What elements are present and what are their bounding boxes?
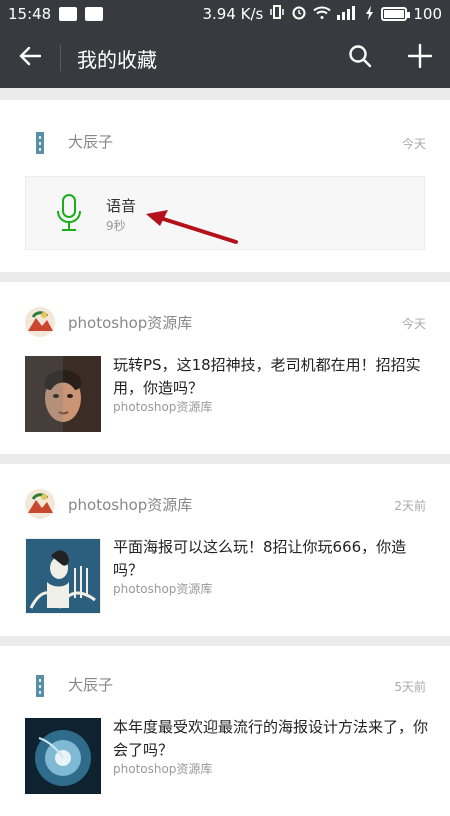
voice-title: 语音	[106, 197, 137, 215]
title-bar: 我的收藏	[0, 28, 450, 88]
article-thumbnail	[25, 356, 101, 432]
item-time: 2天前	[394, 499, 426, 513]
charging-icon	[365, 5, 375, 24]
battery-level: 100	[413, 5, 442, 23]
back-button[interactable]	[0, 28, 60, 88]
status-time: 15:48	[8, 5, 52, 23]
article-source: photoshop资源库	[113, 762, 213, 776]
voice-duration: 9秒	[106, 219, 126, 233]
network-speed: 3.94 K/s	[202, 5, 264, 23]
favorite-item-article[interactable]: 大辰子 5天前 本年度最受欢迎最流行的海报设计方法来了，你会了吗？ photos…	[0, 646, 450, 816]
user-avatar	[33, 132, 47, 154]
item-time: 今天	[401, 317, 426, 331]
article-title: 玩转PS，这18招神技，老司机都在用！招招实用，你造吗？	[113, 356, 421, 397]
favorite-item-article[interactable]: photoshop资源库 2天前 平面海报可以这么玩！8招让你玩666，你造吗？…	[0, 464, 450, 636]
item-source: 大辰子	[68, 676, 114, 694]
item-time: 5天前	[394, 680, 426, 694]
signal-icon	[337, 5, 359, 24]
wifi-icon	[313, 5, 332, 24]
arrow-left-icon	[19, 46, 42, 70]
plus-icon	[407, 43, 433, 73]
favorite-item-voice[interactable]: 大辰子 今天 语音 9秒	[0, 100, 450, 272]
favorite-item-article[interactable]: photoshop资源库 今天 玩转PS，这18招神技，老司机都在用！招招实用，…	[0, 282, 450, 454]
status-bar: 15:48 3.94 K/s 100	[0, 0, 450, 28]
article-thumbnail	[25, 718, 101, 794]
annotation-arrow	[140, 208, 240, 252]
microphone-icon	[56, 194, 82, 236]
item-source: photoshop资源库	[68, 496, 193, 514]
toolbar-divider	[60, 45, 61, 71]
page-title: 我的收藏	[77, 47, 157, 72]
item-time: 今天	[401, 137, 426, 151]
image-notification-icon	[59, 7, 78, 21]
search-icon	[348, 44, 372, 72]
article-source: photoshop资源库	[113, 400, 213, 414]
alarm-icon	[291, 4, 307, 24]
item-source: photoshop资源库	[68, 314, 193, 332]
item-source: 大辰子	[68, 133, 114, 151]
vibrate-icon	[269, 4, 285, 24]
search-button[interactable]	[330, 28, 390, 88]
article-source: photoshop资源库	[113, 582, 213, 596]
user-avatar	[33, 675, 47, 697]
add-button[interactable]	[390, 28, 450, 88]
channel-avatar	[24, 306, 56, 338]
article-title: 本年度最受欢迎最流行的海报设计方法来了，你会了吗？	[113, 718, 429, 759]
channel-avatar	[24, 488, 56, 520]
article-title: 平面海报可以这么玩！8招让你玩666，你造吗？	[113, 538, 407, 579]
article-thumbnail	[25, 538, 101, 614]
battery-icon	[381, 7, 411, 21]
qq-notification-icon	[85, 7, 104, 21]
